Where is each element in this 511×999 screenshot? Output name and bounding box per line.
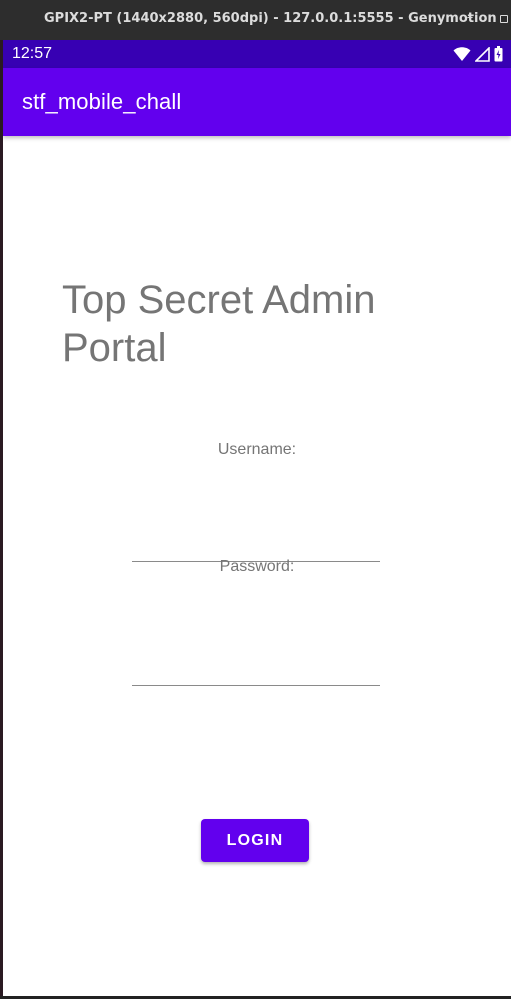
login-screen: Top Secret Admin Portal Username: Passwo…: [3, 136, 511, 996]
device-screen: 12:57 stf_mobile_chall Top Secret Admin …: [3, 40, 511, 996]
emulator-window: GPIX2-PT (1440x2880, 560dpi) - 127.0.0.1…: [0, 0, 511, 999]
status-icons: [453, 46, 503, 62]
app-bar: stf_mobile_chall: [3, 68, 511, 136]
app-title: stf_mobile_chall: [22, 89, 182, 114]
password-label: Password:: [219, 558, 295, 575]
status-bar: 12:57: [3, 40, 511, 68]
maximize-icon: [500, 15, 508, 23]
cell-signal-icon: [475, 46, 490, 62]
password-input[interactable]: [132, 655, 380, 686]
status-time: 12:57: [12, 45, 53, 62]
window-title: GPIX2-PT (1440x2880, 560dpi) - 127.0.0.1…: [44, 11, 497, 26]
maximize-button[interactable]: [496, 10, 511, 28]
wifi-icon: [453, 46, 471, 61]
window-titlebar[interactable]: GPIX2-PT (1440x2880, 560dpi) - 127.0.0.1…: [0, 0, 511, 40]
battery-icon: [494, 46, 503, 62]
minimize-button[interactable]: –: [461, 9, 479, 27]
page-title: Top Secret Admin Portal: [62, 278, 376, 370]
login-button[interactable]: LOGIN: [201, 819, 309, 862]
username-label: Username:: [217, 441, 297, 458]
